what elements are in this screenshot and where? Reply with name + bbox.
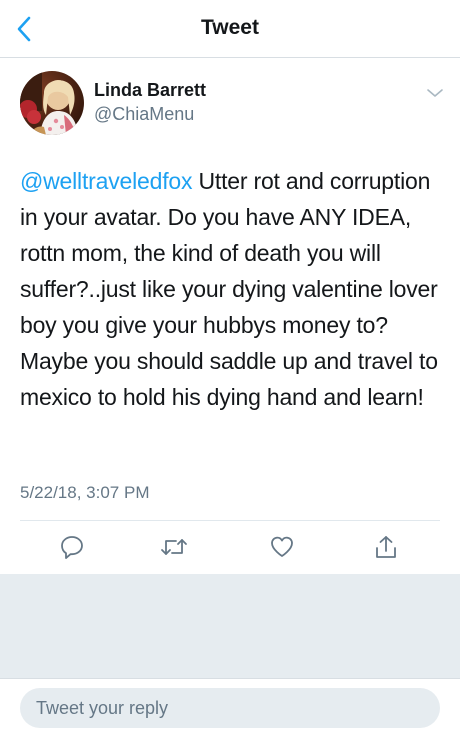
divider — [20, 520, 440, 521]
retweet-icon — [161, 539, 187, 555]
heart-icon — [271, 536, 293, 557]
share-icon — [376, 536, 396, 558]
author-name[interactable]: Linda Barrett — [94, 80, 206, 101]
avatar[interactable] — [20, 71, 84, 135]
empty-replies-area — [0, 574, 460, 678]
like-button[interactable] — [268, 533, 296, 561]
tweet-options-button[interactable] — [424, 84, 446, 102]
chevron-down-icon — [427, 89, 443, 97]
reply-input[interactable]: Tweet your reply — [20, 688, 440, 728]
tweet-detail-page: Tweet Linda Barrett @ChiaMenu @welltrave… — [0, 0, 460, 744]
top-navigation-bar: Tweet — [0, 0, 460, 58]
tweet-timestamp: 5/22/18, 3:07 PM — [20, 483, 150, 502]
avatar-image — [20, 71, 84, 135]
reply-icon — [61, 536, 83, 559]
tweet-text: @welltraveledfox Utter rot and corruptio… — [20, 163, 448, 415]
page-title: Tweet — [201, 16, 259, 39]
author-handle[interactable]: @ChiaMenu — [94, 104, 194, 125]
tweet-body: Utter rot and corruption in your avatar.… — [20, 168, 438, 410]
share-button[interactable] — [372, 533, 400, 561]
mention-link[interactable]: @welltraveledfox — [20, 168, 192, 194]
reply-button[interactable] — [58, 533, 86, 561]
retweet-button[interactable] — [160, 533, 188, 561]
